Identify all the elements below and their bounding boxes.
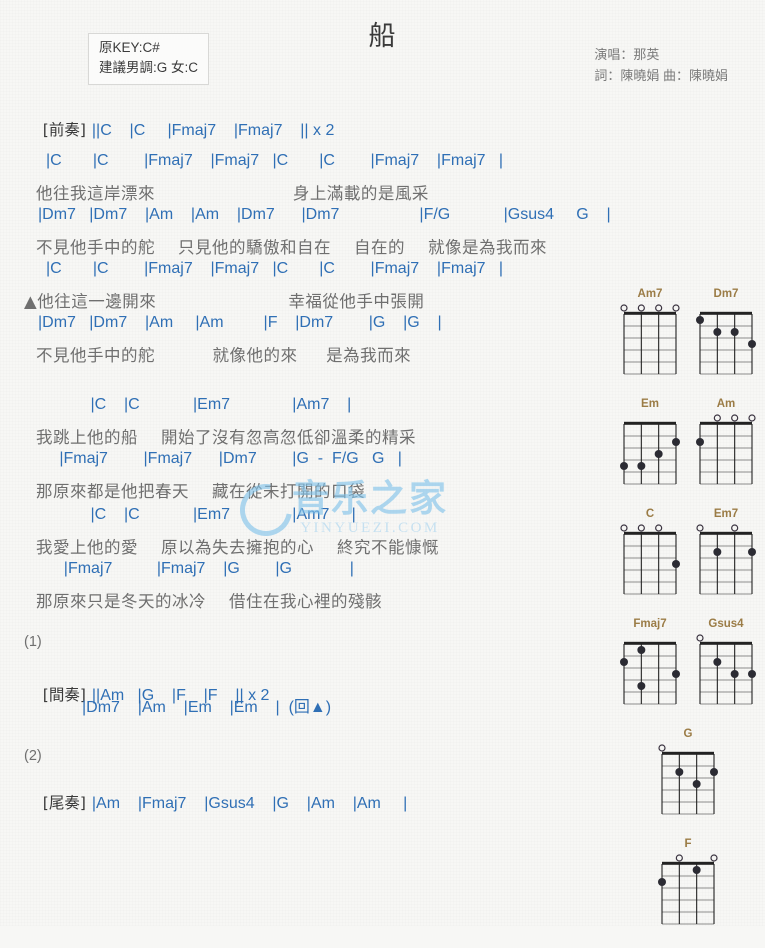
chord-diagram-graphic [694,411,758,492]
original-key: 原KEY:C# [99,40,160,55]
chord-row-7: |C |C |Em7 |Am7 | [46,506,356,523]
chord-diagram-graphic [656,851,720,932]
outro-number: (2) [24,748,42,764]
lyric-row-7: 我愛上他的愛 原以為失去擁抱的心 終究不能慷慨 [36,538,439,557]
chord-diagram-graphic [618,301,682,382]
credits: 演唱：那英 詞：陳曉娟 曲：陳曉娟 [594,44,728,87]
chord-diagram-graphic [656,741,720,822]
chord-diagram-graphic [694,631,758,712]
chord-diagram-name: F [684,838,692,850]
chord-row-2: |Dm7 |Dm7 |Am |Am |Dm7 |Dm7 |F/G |Gsus4 … [38,206,611,223]
credit-singer: 演唱：那英 [594,47,660,62]
chord-diagram-graphic [694,521,758,602]
outro-row: [尾奏] |Am |Fmaj7 |Gsus4 |G |Am |Am | [25,773,407,831]
lyric-row-8: 那原來只是冬天的冰冷 借住在我心裡的殘骸 [36,592,382,611]
chord-diagram-name: C [645,508,655,520]
chord-diagram-f: F [612,838,764,932]
chord-diagram-c: C [612,508,688,602]
chord-diagram-graphic [694,301,758,382]
outro-chords: |Am |Fmaj7 |Gsus4 |G |Am |Am | [91,795,408,812]
chord-diagram-name: Em [641,398,659,410]
suggested-key: 建議男調:G 女:C [99,60,199,76]
interlude-chords-2: |Dm7 |Am |Em |Em | (回▲) [82,699,332,716]
intro-row: [前奏] ||C |C |Fmaj7 |Fmaj7 || x 2 [25,100,335,158]
lyric-row-4: 不見他手中的舵 就像他的來 是為我而來 [36,346,412,365]
chord-row-8: |Fmaj7 |Fmaj7 |G |G | [46,560,354,577]
chord-diagram-name: Em7 [713,508,739,520]
chord-diagram-name: G [683,728,693,740]
chord-diagram-am7: Am7 [612,288,688,382]
lyric-row-3: ▲他往這一邊開來 幸福從他手中張開 [24,292,425,311]
chord-row-5: |C |C |Em7 |Am7 | [46,396,352,413]
chord-diagram-graphic [618,411,682,492]
chord-diagram-graphic [618,521,682,602]
credit-writers: 詞：陳曉娟 曲：陳曉娟 [594,68,728,84]
chord-row-4: |Dm7 |Dm7 |Am |Am |F |Dm7 |G |G | [38,314,442,331]
intro-label: [前奏] [42,121,86,139]
interlude-number: (1) [24,634,42,650]
chord-diagram-name: Fmaj7 [633,618,667,630]
chord-diagram-name: Am [716,398,736,410]
chord-row-6: |Fmaj7 |Fmaj7 |Dm7 |G - F/G G | [46,450,402,467]
chord-diagram-am: Am [688,398,764,492]
chord-diagram-dm7: Dm7 [688,288,764,382]
intro-chords: ||C |C |Fmaj7 |Fmaj7 || x 2 [91,122,335,139]
lyric-row-1: 他往我這岸漂來 身上滿載的是風采 [36,184,429,203]
chord-row-1: |C |C |Fmaj7 |Fmaj7 |C |C |Fmaj7 |Fmaj7 … [46,152,504,169]
lyric-row-5: 我跳上他的船 開始了沒有忽高忽低卻溫柔的精采 [36,428,416,447]
lyric-row-6: 那原來都是他把春天 藏在從未打開的口袋 [36,482,365,501]
key-info-box: 原KEY:C# 建議男調:G 女:C [88,33,210,85]
chord-diagram-gsus4: Gsus4 [688,618,764,712]
outro-label: [尾奏] [42,794,86,812]
chord-diagram-em7: Em7 [688,508,764,602]
chord-diagram-em: Em [612,398,688,492]
chord-diagram-panel: Am7 Dm7 Em Am C Em7 Fmaj7 Gsus4 G F [612,288,764,948]
chord-diagram-name: Am7 [637,288,663,300]
chord-diagram-fmaj7: Fmaj7 [612,618,688,712]
chord-diagram-g: G [612,728,764,822]
lyric-row-2: 不見他手中的舵 只見他的驕傲和自在 自在的 就像是為我而來 [36,238,547,257]
chord-diagram-name: Dm7 [713,288,739,300]
interlude-label: [間奏] [42,686,86,704]
chord-row-3: |C |C |Fmaj7 |Fmaj7 |C |C |Fmaj7 |Fmaj7 … [46,260,504,277]
chord-sheet: 船 原KEY:C# 建議男調:G 女:C 演唱：那英 詞：陳曉娟 曲：陳曉娟 [… [0,0,765,926]
chord-diagram-name: Gsus4 [708,618,744,630]
chord-diagram-graphic [618,631,682,712]
chord-diagram-grid: Am7 Dm7 Em Am C Em7 Fmaj7 Gsus4 G F [612,288,764,948]
